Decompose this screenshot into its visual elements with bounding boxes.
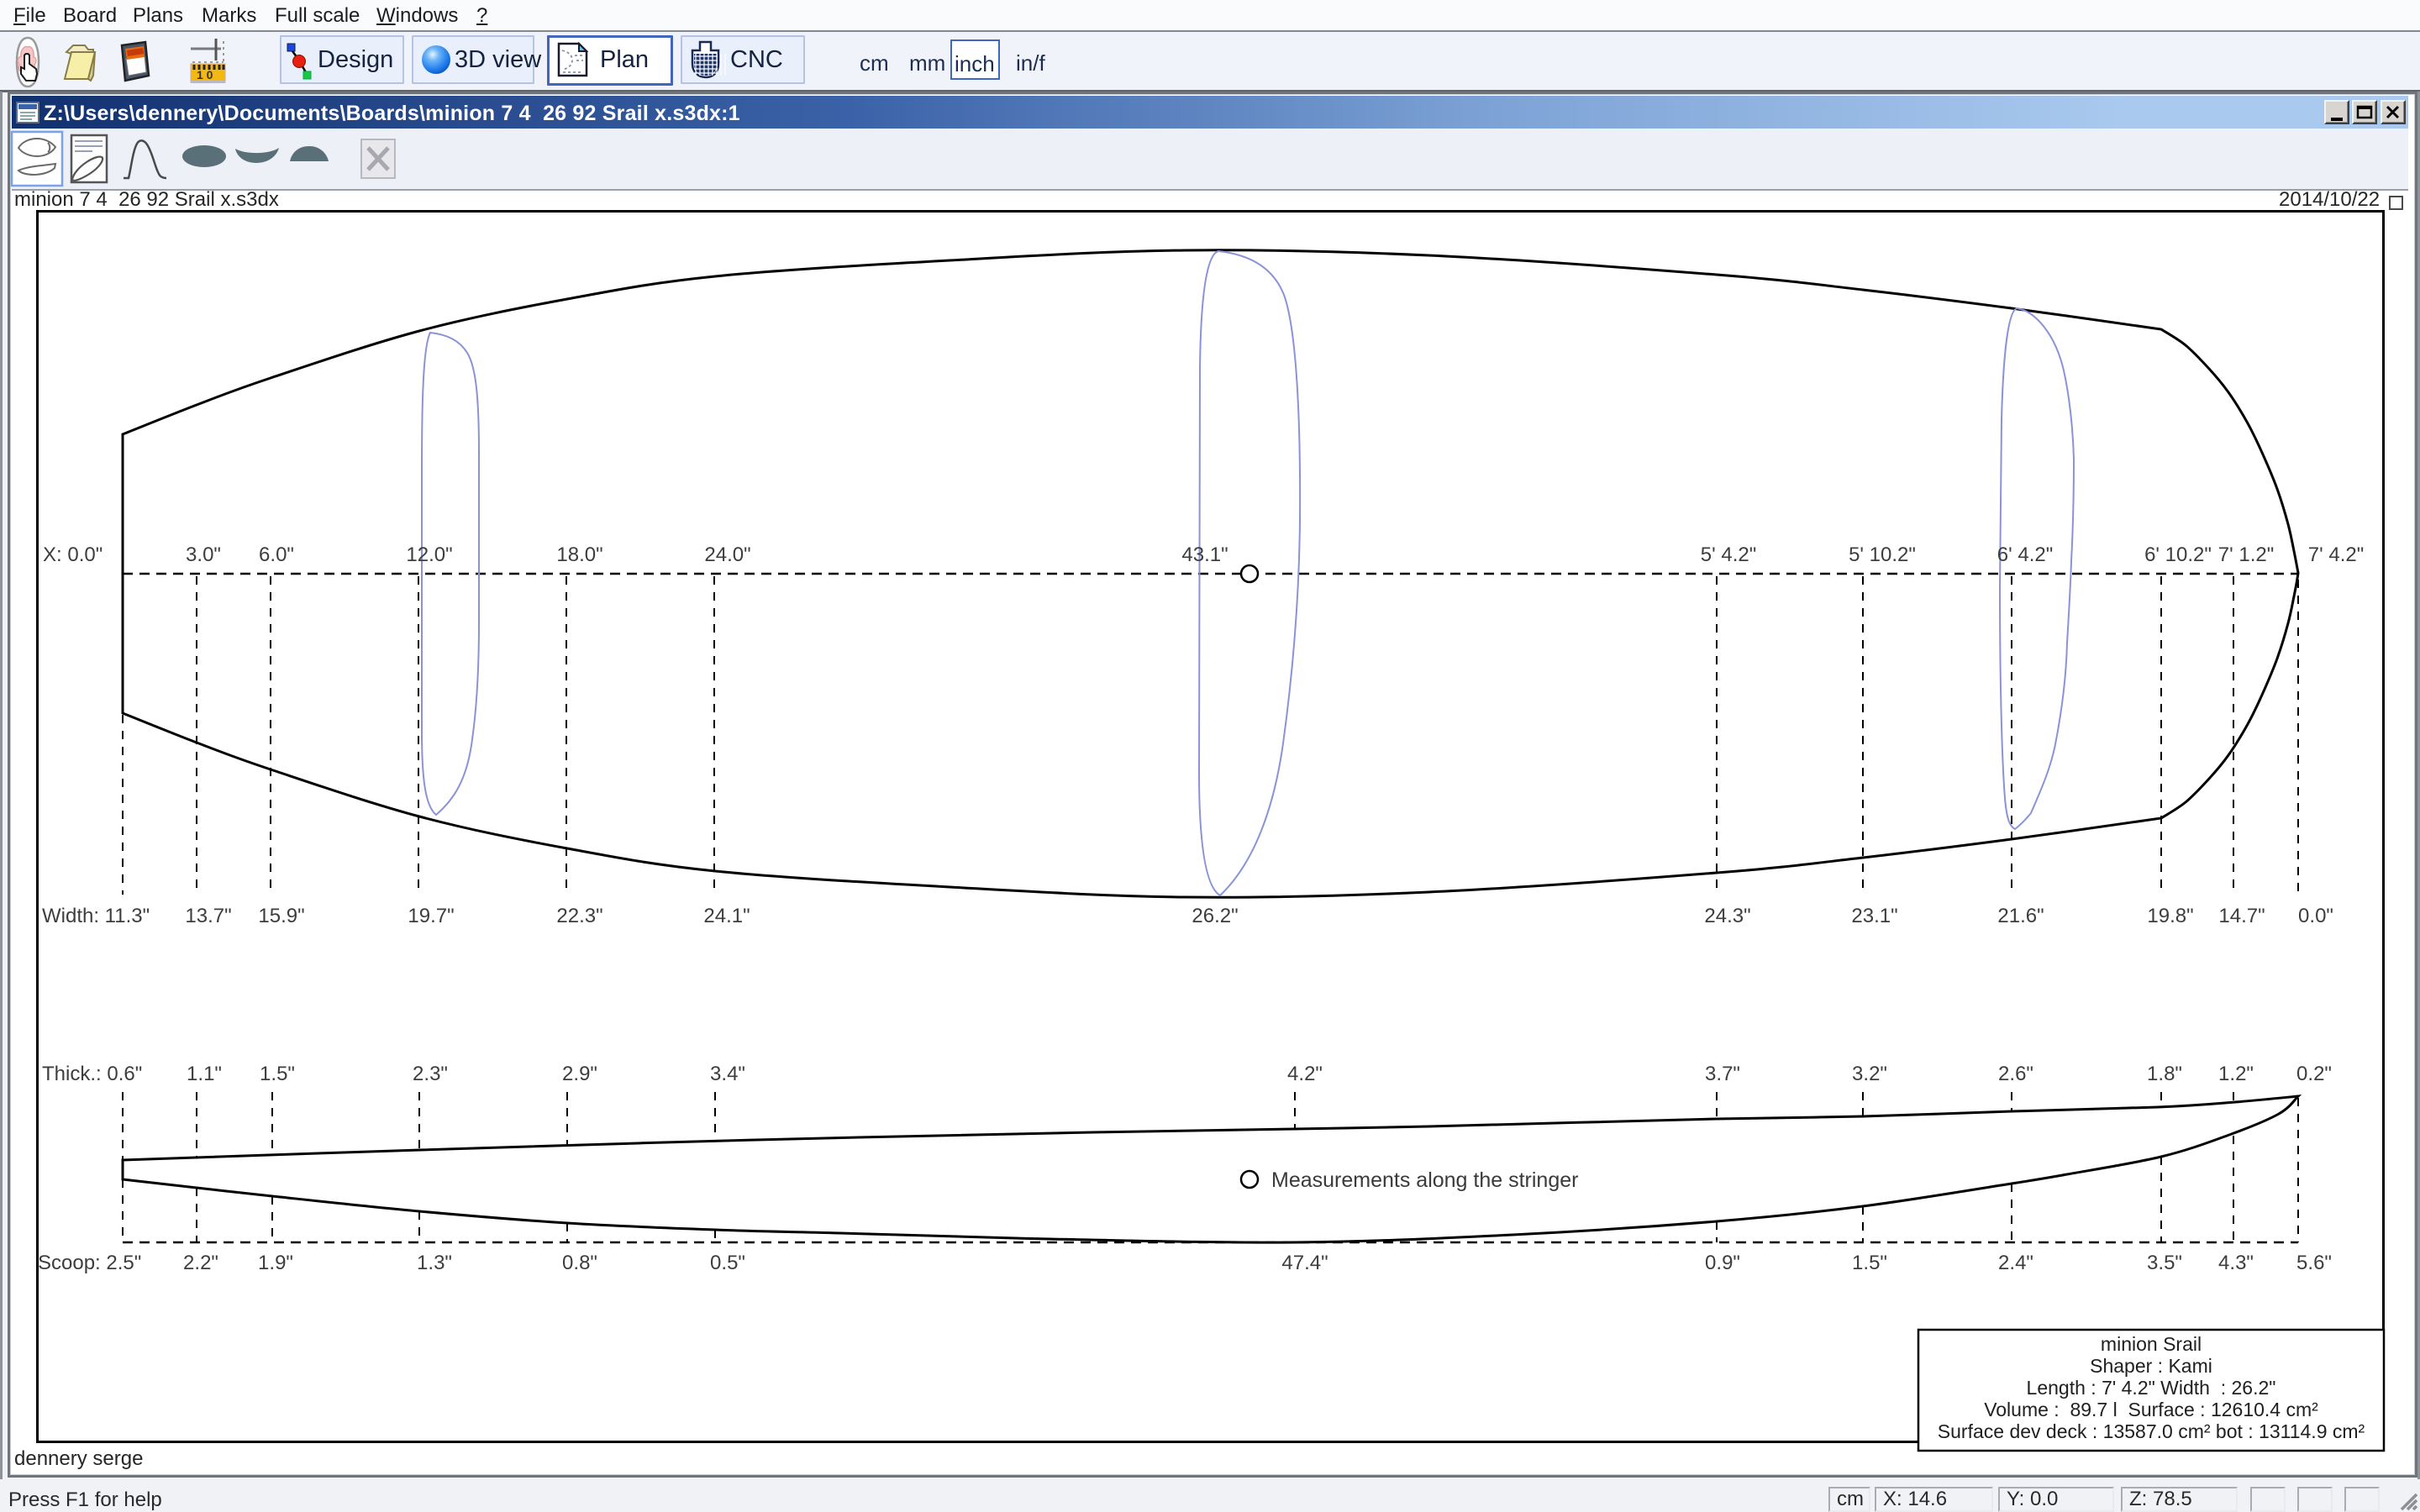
svg-text:5.6": 5.6" <box>2296 1252 2332 1274</box>
svg-text:1.3": 1.3" <box>417 1252 452 1274</box>
svg-text:2.4": 2.4" <box>1998 1252 2033 1274</box>
svg-text:2.9": 2.9" <box>562 1063 597 1085</box>
svg-text:1.5": 1.5" <box>1852 1252 1887 1274</box>
svg-text:2.2": 2.2" <box>183 1252 218 1274</box>
svg-text:6' 10.2": 6' 10.2" <box>2144 543 2212 566</box>
svg-text:24.3": 24.3" <box>1704 905 1750 927</box>
svg-text:26.2": 26.2" <box>1192 905 1238 927</box>
svg-text:X: 0.0": X: 0.0" <box>43 543 103 566</box>
svg-text:19.8": 19.8" <box>2147 905 2193 927</box>
svg-text:0.2": 0.2" <box>2296 1063 2332 1085</box>
svg-text:2.3": 2.3" <box>413 1063 448 1085</box>
svg-text:minion Srail: minion Srail <box>2101 1333 2202 1355</box>
svg-text:47.4": 47.4" <box>1281 1252 1328 1274</box>
svg-text:1.2": 1.2" <box>2218 1063 2254 1085</box>
svg-text:7' 1.2": 7' 1.2" <box>2218 543 2274 566</box>
svg-text:Width: 11.3": Width: 11.3" <box>42 905 150 927</box>
svg-text:0.8": 0.8" <box>562 1252 597 1274</box>
svg-text:3.2": 3.2" <box>1852 1063 1887 1085</box>
svg-text:Length : 7' 4.2" Width : 26.2: Length : 7' 4.2" Width : 26.2" <box>2027 1377 2276 1399</box>
svg-text:4.3": 4.3" <box>2218 1252 2254 1274</box>
svg-text:18.0": 18.0" <box>556 543 602 566</box>
svg-text:Measurements along the stringe: Measurements along the stringer <box>1271 1168 1578 1192</box>
svg-text:12.0": 12.0" <box>406 543 452 566</box>
svg-text:21.6": 21.6" <box>1997 905 2044 927</box>
svg-text:13.7": 13.7" <box>185 905 231 927</box>
svg-text:1.9": 1.9" <box>258 1252 293 1274</box>
svg-text:24.0": 24.0" <box>704 543 750 566</box>
svg-text:4.2": 4.2" <box>1287 1063 1323 1085</box>
svg-text:5' 10.2": 5' 10.2" <box>1849 543 1916 566</box>
svg-text:Scoop: 2.5": Scoop: 2.5" <box>38 1252 141 1274</box>
svg-text:3.0": 3.0" <box>186 543 221 566</box>
svg-text:22.3": 22.3" <box>556 905 602 927</box>
svg-text:Volume : 89.7 l Surface : 12: Volume : 89.7 l Surface : 12610.4 cm² <box>1984 1399 2318 1420</box>
svg-text:2.6": 2.6" <box>1998 1063 2033 1085</box>
svg-text:0.5": 0.5" <box>710 1252 745 1274</box>
svg-text:19.7": 19.7" <box>408 905 454 927</box>
svg-text:15.9": 15.9" <box>258 905 304 927</box>
svg-text:7' 4.2": 7' 4.2" <box>2308 543 2364 566</box>
svg-text:3.5": 3.5" <box>2147 1252 2182 1274</box>
svg-text:0.0": 0.0" <box>2298 905 2333 927</box>
svg-text:3.4": 3.4" <box>710 1063 745 1085</box>
svg-text:0.9": 0.9" <box>1705 1252 1740 1274</box>
svg-text:Shaper : Kami: Shaper : Kami <box>2090 1355 2212 1377</box>
svg-text:Thick.: 0.6": Thick.: 0.6" <box>42 1063 142 1085</box>
svg-text:5' 4.2": 5' 4.2" <box>1701 543 1756 566</box>
svg-text:24.1": 24.1" <box>703 905 750 927</box>
svg-text:1.1": 1.1" <box>187 1063 222 1085</box>
svg-text:3.7": 3.7" <box>1705 1063 1740 1085</box>
svg-text:Surface dev deck : 13587.0 cm²: Surface dev deck : 13587.0 cm² bot : 131… <box>1938 1420 2365 1442</box>
svg-text:1.5": 1.5" <box>260 1063 295 1085</box>
svg-text:43.1": 43.1" <box>1181 543 1228 566</box>
svg-text:1.8": 1.8" <box>2147 1063 2182 1085</box>
svg-text:1 0: 1 0 <box>197 68 213 81</box>
svg-text:6.0": 6.0" <box>259 543 294 566</box>
svg-text:6' 4.2": 6' 4.2" <box>1997 543 2053 566</box>
svg-text:23.1": 23.1" <box>1851 905 1897 927</box>
svg-text:14.7": 14.7" <box>2218 905 2265 927</box>
